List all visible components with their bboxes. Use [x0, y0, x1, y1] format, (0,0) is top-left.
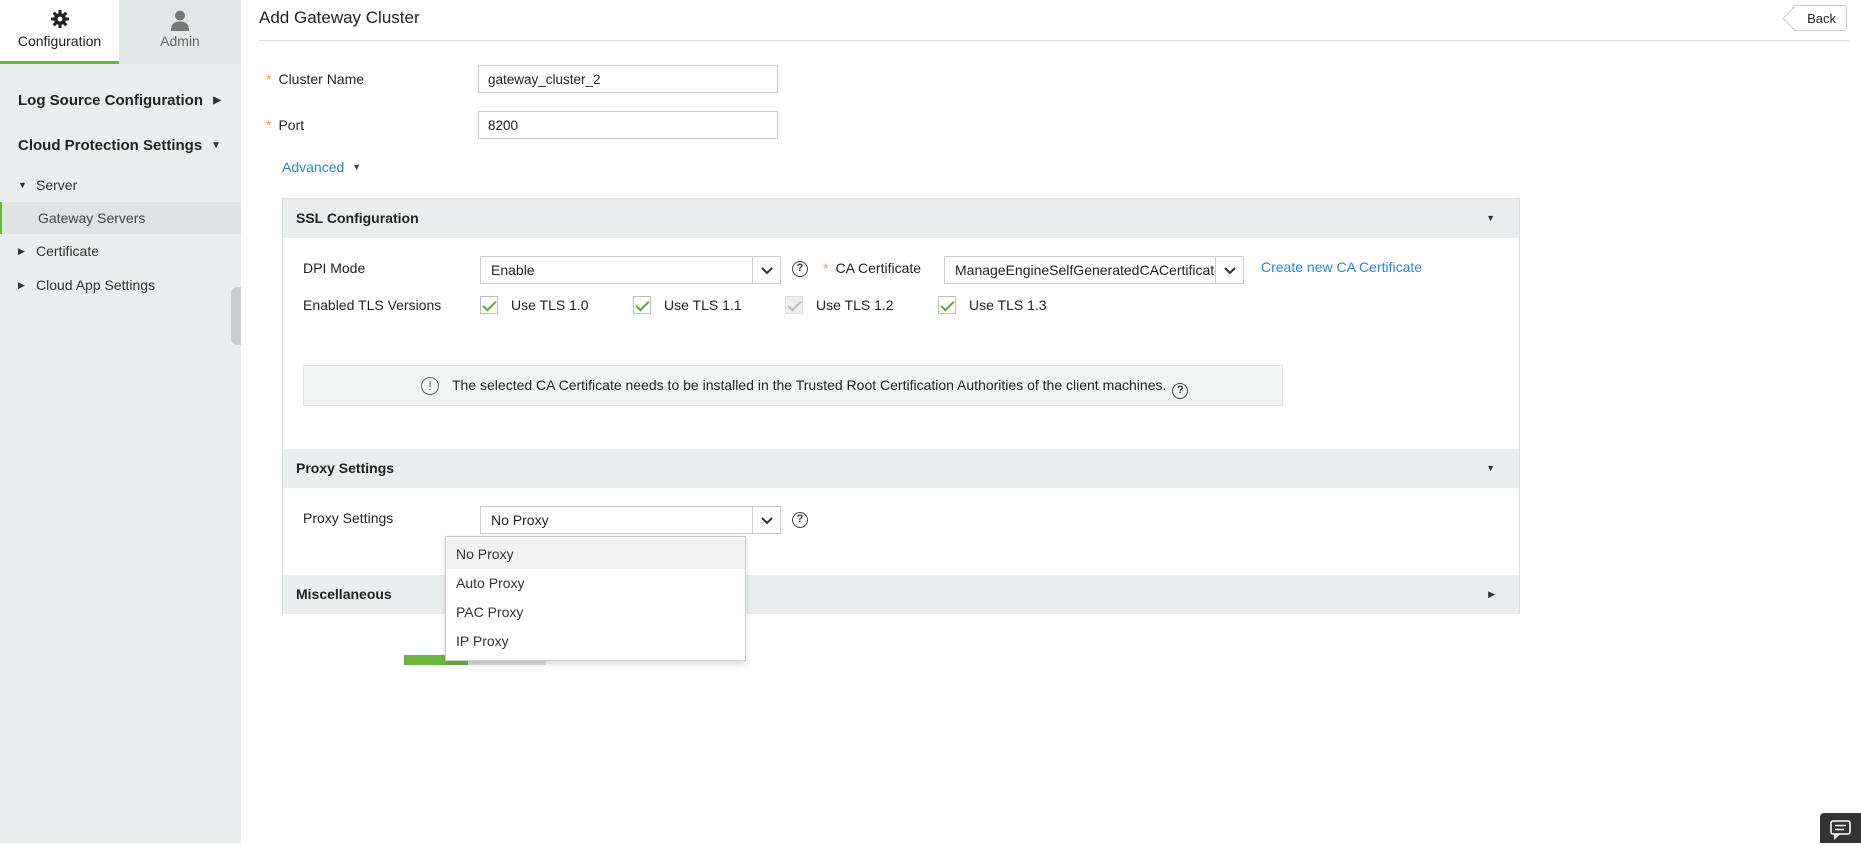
sidebar-item-label: Server [36, 177, 78, 193]
tab-admin[interactable]: Admin [119, 0, 241, 64]
sidebar-nav: Log Source Configuration ▶ Cloud Protect… [0, 64, 241, 302]
proxy-settings-select[interactable]: No Proxy [480, 506, 781, 534]
tls-1-1-checkbox[interactable]: Use TLS 1.1 [633, 296, 742, 314]
user-icon [119, 9, 241, 31]
cluster-name-label: Cluster Name [278, 71, 365, 87]
sidebar-collapse-handle[interactable] [231, 287, 241, 345]
chat-button[interactable] [1820, 813, 1861, 843]
ssl-configuration-title: SSL Configuration [296, 210, 419, 226]
checkmark-icon [480, 296, 498, 314]
checkmark-icon [938, 296, 956, 314]
sidebar-item-label: Gateway Servers [38, 210, 146, 226]
miscellaneous-title: Miscellaneous [296, 586, 392, 602]
dropdown-option-ip-proxy[interactable]: IP Proxy [446, 627, 745, 656]
chat-icon [1820, 820, 1861, 846]
dropdown-option-pac-proxy[interactable]: PAC Proxy [446, 598, 745, 627]
sidebar-section-label: Cloud Protection Settings [18, 137, 203, 154]
proxy-settings-value: No Proxy [491, 512, 549, 528]
cluster-name-row: * Cluster Name [266, 71, 364, 87]
caret-right-icon: ▶ [1488, 589, 1495, 599]
tls-1-0-checkbox[interactable]: Use TLS 1.0 [480, 296, 589, 314]
tls-1-2-checkbox: Use TLS 1.2 [785, 296, 894, 314]
help-icon[interactable]: ? [792, 512, 808, 528]
page-title: Add Gateway Cluster [259, 8, 420, 27]
tab-configuration[interactable]: Configuration [0, 0, 119, 64]
ca-certificate-value: ManageEngineSelfGeneratedCACertificate [955, 262, 1222, 278]
port-input[interactable] [478, 111, 778, 139]
sidebar: Configuration Admin Log Source Configura… [0, 0, 241, 843]
sidebar-section-log-source[interactable]: Log Source Configuration ▶ [0, 78, 241, 123]
cluster-name-input[interactable] [478, 65, 778, 93]
caret-down-icon: ▼ [211, 140, 221, 151]
caret-right-icon: ▶ [18, 246, 25, 256]
tab-configuration-label: Configuration [17, 33, 102, 49]
proxy-settings-header[interactable]: Proxy Settings ▼ [283, 449, 1519, 488]
ca-info-message: ! The selected CA Certificate needs to b… [303, 365, 1283, 406]
caret-down-icon: ▼ [1486, 463, 1495, 473]
advanced-label: Advanced [282, 159, 345, 175]
proxy-settings-title: Proxy Settings [296, 460, 395, 476]
dpi-mode-select[interactable]: Enable [480, 256, 781, 284]
help-icon[interactable]: ? [792, 261, 808, 277]
tls-versions-label: Enabled TLS Versions [303, 297, 442, 313]
dpi-mode-value: Enable [491, 262, 535, 278]
sidebar-section-cloud-protection[interactable]: Cloud Protection Settings ▼ [0, 123, 241, 168]
chevron-down-icon [752, 257, 780, 283]
checkbox-label: Use TLS 1.3 [969, 297, 1047, 313]
back-button[interactable]: Back [1792, 5, 1847, 31]
caret-down-icon: ▼ [18, 180, 27, 190]
top-tabs: Configuration Admin [0, 0, 241, 64]
chevron-down-icon [1215, 257, 1243, 283]
sidebar-item-server[interactable]: ▼ Server [0, 168, 241, 202]
sidebar-item-certificate[interactable]: ▶ Certificate [0, 234, 241, 268]
tab-admin-label: Admin [160, 33, 200, 49]
advanced-panel: SSL Configuration ▼ DPI Mode Enable ? * C… [282, 198, 1520, 661]
checkbox-label: Use TLS 1.1 [664, 297, 742, 313]
chevron-down-icon [752, 507, 780, 533]
ssl-configuration-header[interactable]: SSL Configuration ▼ [283, 199, 1519, 238]
create-ca-certificate-link[interactable]: Create new CA Certificate [1261, 259, 1422, 275]
checkmark-icon [785, 296, 803, 314]
sidebar-item-gateway-servers[interactable]: Gateway Servers [0, 202, 241, 234]
port-label: Port [278, 117, 305, 133]
ca-info-text: The selected CA Certificate needs to be … [452, 377, 1167, 393]
caret-down-icon: ▼ [1486, 213, 1495, 223]
dpi-mode-label: DPI Mode [303, 260, 366, 276]
help-icon[interactable]: ? [1172, 383, 1189, 399]
sidebar-item-cloud-app-settings[interactable]: ▶ Cloud App Settings [0, 268, 241, 302]
checkbox-label: Use TLS 1.0 [511, 297, 589, 313]
dropdown-option-auto-proxy[interactable]: Auto Proxy [446, 569, 745, 598]
sidebar-item-label: Certificate [36, 243, 100, 259]
required-marker: * [823, 260, 829, 276]
advanced-toggle[interactable]: Advanced ▼ [282, 159, 361, 175]
required-marker: * [266, 71, 272, 87]
caret-right-icon: ▶ [18, 280, 25, 290]
ca-certificate-label-row: * CA Certificate [823, 260, 921, 276]
port-row: * Port [266, 117, 304, 133]
gear-icon [0, 9, 119, 31]
info-icon: ! [421, 377, 439, 395]
sidebar-item-label: Cloud App Settings [36, 277, 156, 293]
sidebar-section-label: Log Source Configuration [18, 92, 203, 109]
main-content: Add Gateway Cluster Back * Cluster Name *… [241, 0, 1861, 843]
tls-1-3-checkbox[interactable]: Use TLS 1.3 [938, 296, 1047, 314]
ca-certificate-label: CA Certificate [835, 260, 922, 276]
proxy-settings-dropdown: No Proxy Auto Proxy PAC Proxy IP Proxy [445, 536, 746, 661]
header-divider [259, 40, 1849, 41]
caret-right-icon: ▶ [213, 95, 221, 106]
checkmark-icon [633, 296, 651, 314]
proxy-settings-label: Proxy Settings [303, 510, 394, 526]
ca-certificate-select[interactable]: ManageEngineSelfGeneratedCACertificate [944, 256, 1244, 284]
dropdown-option-no-proxy[interactable]: No Proxy [446, 540, 745, 569]
checkbox-label: Use TLS 1.2 [816, 297, 894, 313]
caret-down-icon: ▼ [352, 162, 362, 172]
required-marker: * [266, 117, 272, 133]
